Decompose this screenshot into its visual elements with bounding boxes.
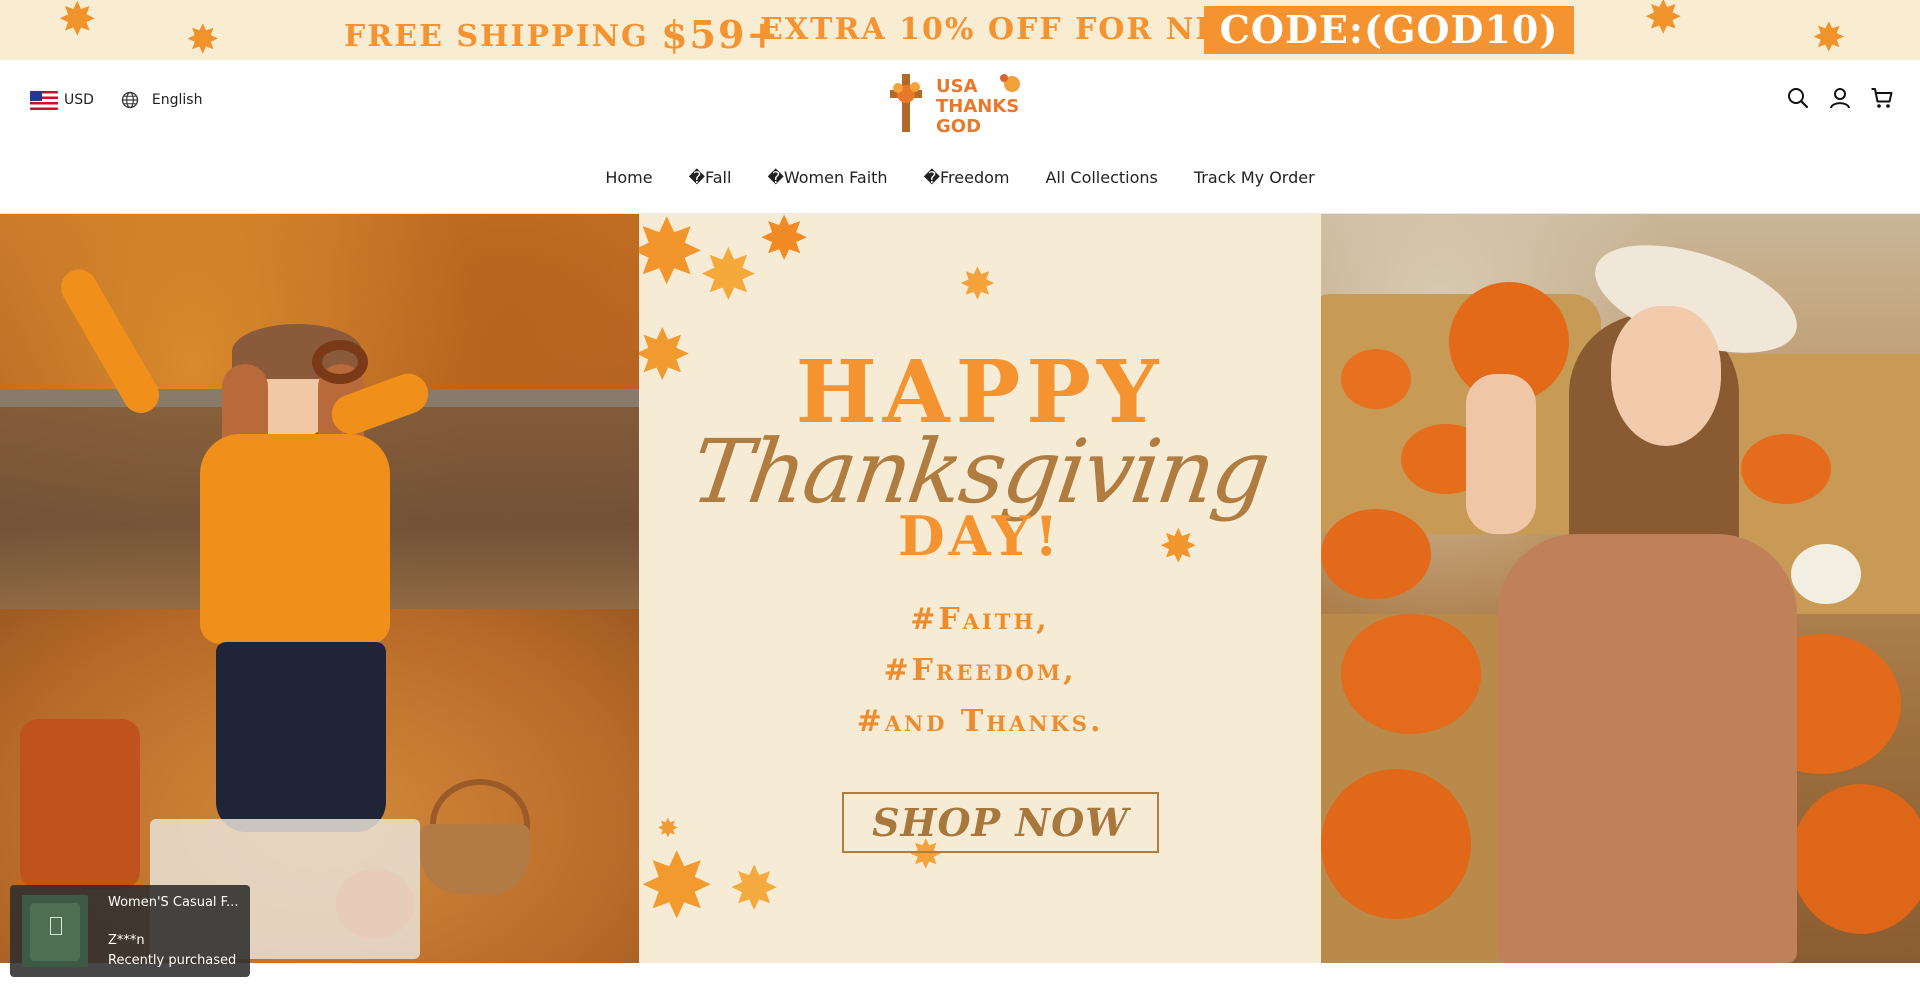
- maple-leaf-icon: ✸: [186, 17, 220, 60]
- logo-text-usa: USA: [936, 76, 978, 97]
- locale-selector: USD English: [30, 90, 202, 110]
- product-thumbnail: [22, 895, 88, 967]
- account-icon[interactable]: [1828, 86, 1852, 110]
- hero-tag-freedom: #Freedom,: [883, 653, 1077, 688]
- main-navigation: Home �Fall �Women Faith �Freedom All Col…: [0, 168, 1920, 187]
- shop-now-button[interactable]: SHOP NOW: [842, 792, 1159, 853]
- maple-leaf-icon: ✸: [1644, 0, 1683, 44]
- logo-text-thanks: THANKS: [936, 96, 1019, 117]
- site-logo[interactable]: USA THANKS GOD: [886, 68, 1030, 138]
- hero-thanksgiving-panel: ✸ ✸ ✸ ✸ ✸ ✸ ✸ ✸ ✸ ✸ HAPPY Thanksgiving D…: [639, 214, 1321, 963]
- maple-leaf-icon: ✸: [699, 234, 758, 316]
- maple-leaf-icon: ✸: [1812, 15, 1846, 60]
- maple-leaf-icon: ✸: [729, 854, 780, 924]
- hero-heading-day: DAY!: [897, 504, 1063, 568]
- language-selector[interactable]: English: [152, 92, 203, 108]
- purchaser-name: Z***n: [108, 933, 145, 948]
- nav-fall[interactable]: �Fall: [689, 168, 732, 187]
- maple-leaf-icon: ✸: [959, 259, 996, 310]
- purchased-product-title[interactable]: Women'S Casual F...: [108, 895, 242, 910]
- nav-all-collections[interactable]: All Collections: [1045, 168, 1157, 187]
- maple-leaf-icon: ✸: [657, 814, 679, 844]
- free-shipping-text: FREE SHIPPING $59+: [344, 12, 780, 57]
- cart-icon[interactable]: [1870, 86, 1894, 110]
- hero-banner[interactable]: ✸ ✸ ✸ ✸ ✸ ✸ ✸ ✸ ✸ ✸ HAPPY Thanksgiving D…: [0, 214, 1920, 963]
- site-header: USD English USA THANKS GOD Home �Fall �W…: [0, 60, 1920, 214]
- nav-women-faith[interactable]: �Women Faith: [767, 168, 887, 187]
- promo-banner: ✸ ✸ ✸ ✸ FREE SHIPPING $59+ EXTRA 10% OFF…: [0, 0, 1920, 60]
- hero-photo-woman-pumpkins: [1321, 214, 1920, 963]
- maple-leaf-icon: ✸: [759, 214, 810, 274]
- currency-selector[interactable]: USD: [64, 92, 94, 108]
- logo-text-god: GOD: [936, 116, 981, 137]
- hero-tag-thanks: #and Thanks.: [856, 704, 1104, 739]
- header-actions: [1786, 86, 1894, 110]
- recent-purchase-popup[interactable]: Women'S Casual F... Z***n Recently purch…: [10, 885, 250, 977]
- nav-home[interactable]: Home: [605, 168, 652, 187]
- maple-leaf-icon: ✸: [639, 834, 715, 939]
- globe-icon[interactable]: [120, 90, 140, 110]
- nav-freedom[interactable]: �Freedom: [924, 168, 1010, 187]
- free-shipping-label: FREE SHIPPING: [344, 19, 662, 54]
- us-flag-icon[interactable]: [30, 90, 58, 110]
- promo-code-badge: CODE:(GOD10): [1204, 6, 1574, 54]
- hero-tag-faith: #Faith,: [910, 602, 1050, 637]
- search-icon[interactable]: [1786, 86, 1810, 110]
- maple-leaf-icon: ✸: [639, 214, 705, 305]
- extra-discount-text: EXTRA 10% OFF FOR NEW: [760, 12, 1256, 47]
- maple-leaf-icon: ✸: [58, 0, 97, 46]
- purchase-status: Recently purchased: [108, 953, 237, 968]
- hero-photo-woman-autumn-lake: [0, 214, 639, 963]
- nav-track-order[interactable]: Track My Order: [1194, 168, 1315, 187]
